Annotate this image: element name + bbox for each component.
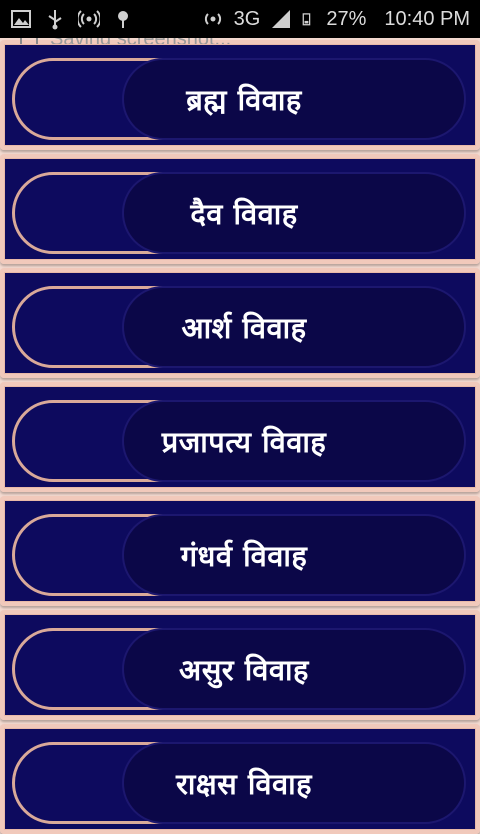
list-item-label: गंधर्व विवाह xyxy=(180,538,308,573)
list-item-label: दैव विवाह xyxy=(190,196,298,231)
location-pin-icon xyxy=(118,11,128,28)
list-item[interactable]: असुर विवाह xyxy=(0,610,480,720)
marriage-type-list: ब्रह्म विवाह दैव विवाह आर्श विवाह प्रजाप… xyxy=(0,40,480,834)
list-item-label: प्रजापत्य विवाह xyxy=(161,424,327,459)
usb-icon xyxy=(48,10,62,30)
list-item[interactable]: आर्श विवाह xyxy=(0,268,480,378)
status-notifications xyxy=(10,0,134,38)
list-item-label: ब्रह्म विवाह xyxy=(186,82,302,117)
clock: 10:40 PM xyxy=(384,7,470,30)
battery-icon xyxy=(302,13,311,26)
list-item[interactable]: गंधर्व विवाह xyxy=(0,496,480,606)
list-item-label: राक्षस विवाह xyxy=(175,766,313,801)
status-bar: 3G 27% 10:40 PM xyxy=(0,0,480,38)
list-item[interactable]: दैव विवाह xyxy=(0,154,480,264)
list-item[interactable]: प्रजापत्य विवाह xyxy=(0,382,480,492)
battery-percent: 27% xyxy=(326,7,367,30)
list-item[interactable]: ब्रह्म विवाह xyxy=(0,40,480,150)
gallery-icon xyxy=(11,10,31,28)
wifi-hotspot-icon xyxy=(204,13,221,25)
network-type: 3G xyxy=(233,7,261,30)
list-item-label: आर्श विवाह xyxy=(181,310,307,345)
hotspot-icon xyxy=(78,10,100,28)
list-item[interactable]: राक्षस विवाह xyxy=(0,724,480,834)
status-system: 3G 27% 10:40 PM xyxy=(202,0,470,38)
list-item-label: असुर विवाह xyxy=(179,652,309,687)
signal-icon xyxy=(272,10,291,28)
